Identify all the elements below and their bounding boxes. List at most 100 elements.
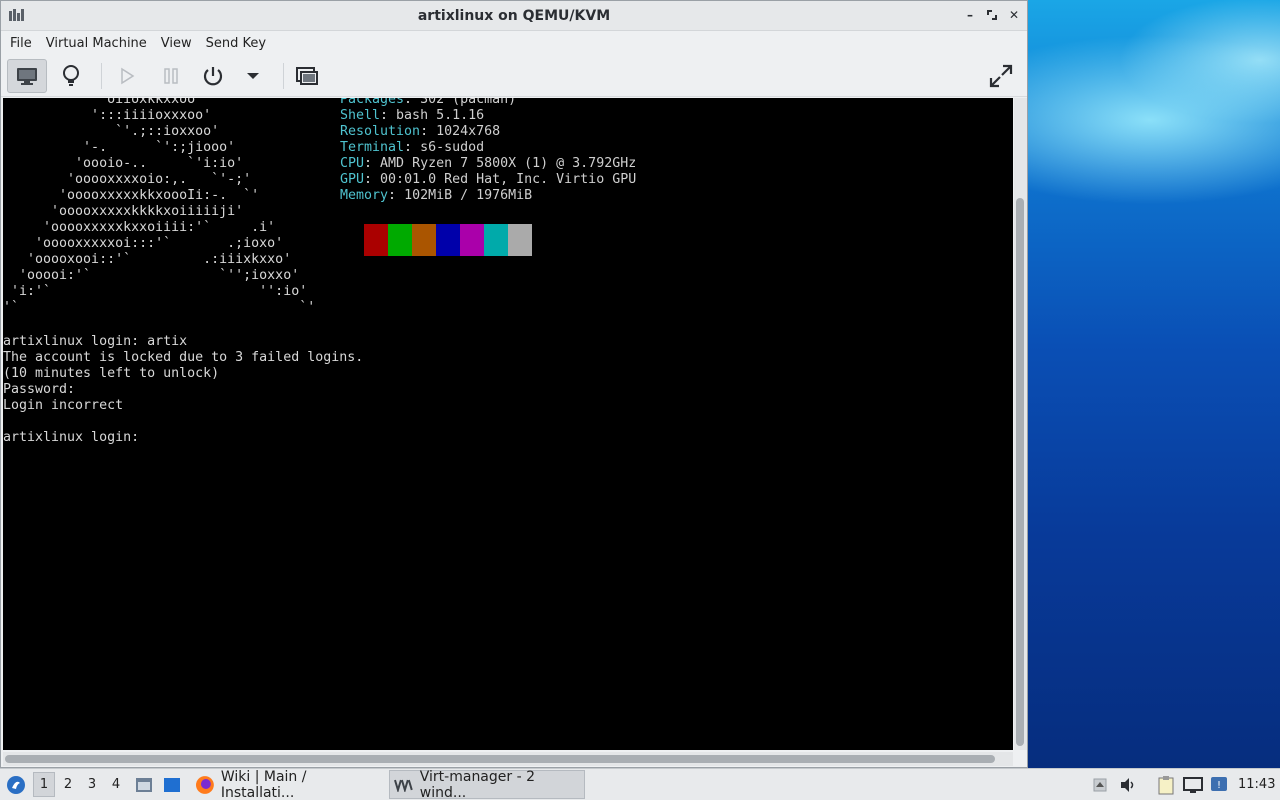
logo-line: '` `' bbox=[3, 300, 316, 315]
monitor-icon bbox=[17, 68, 37, 85]
firefox-icon bbox=[195, 775, 214, 794]
lightbulb-icon bbox=[63, 65, 79, 86]
info-value: 102MiB / 1976MiB bbox=[404, 188, 533, 203]
logo-line: 'ooooxxxxxoi:::'` .;ioxo' bbox=[3, 236, 284, 251]
color-palette bbox=[364, 224, 532, 256]
menu-virtual-machine[interactable]: Virtual Machine bbox=[39, 36, 154, 51]
volume-icon bbox=[1121, 777, 1134, 792]
task-firefox[interactable]: Wiki | Main / Installati... bbox=[190, 768, 384, 800]
info-key: Memory bbox=[340, 188, 389, 203]
clock: 11:43 bbox=[1238, 777, 1276, 792]
snapshots-button[interactable] bbox=[287, 59, 327, 93]
virt-manager-app-icon bbox=[9, 9, 25, 21]
color-swatch bbox=[412, 224, 436, 256]
info-value: bash 5.1.16 bbox=[396, 108, 485, 123]
workspace-2[interactable]: 2 bbox=[57, 769, 79, 800]
file-manager-launcher[interactable] bbox=[133, 769, 155, 800]
chevron-down-icon bbox=[247, 73, 259, 79]
console-line: The account is locked due to 3 failed lo… bbox=[3, 350, 364, 365]
logo-line: 'ooooi:'` `'';ioxxo' bbox=[3, 268, 300, 283]
title-bar[interactable]: artixlinux on QEMU/KVM – ✕ bbox=[1, 1, 1027, 31]
toolbar-separator bbox=[283, 63, 284, 89]
logo-line: 'ooooxxxxxkxxoiiii:'` .i' bbox=[3, 220, 276, 235]
notification-icon: ! bbox=[1211, 776, 1227, 791]
login-output: artixlinux login: artix The account is l… bbox=[3, 334, 363, 446]
logo-line: 'i:'` '':io' bbox=[3, 284, 308, 299]
power-icon bbox=[203, 67, 223, 86]
updates-tray[interactable]: ! bbox=[1208, 769, 1230, 800]
workspace-1[interactable]: 1 bbox=[33, 772, 55, 797]
workspace-3[interactable]: 3 bbox=[81, 769, 103, 800]
clipboard-icon bbox=[1158, 775, 1174, 794]
artix-ascii-logo: 'oiioxkkxxoo' ':::iiiioxxxoo' `'.;::ioxx… bbox=[3, 98, 315, 316]
menu-view[interactable]: View bbox=[154, 36, 199, 51]
toolbar bbox=[1, 55, 1027, 97]
color-swatch bbox=[460, 224, 484, 256]
fullscreen-icon bbox=[989, 64, 1013, 88]
console-line: Password: bbox=[3, 382, 76, 397]
tray-scroll-up[interactable] bbox=[1090, 769, 1110, 800]
pause-icon bbox=[164, 68, 178, 84]
console-line: Login incorrect bbox=[3, 398, 124, 413]
info-key: Shell bbox=[340, 108, 381, 123]
logo-line: 'oooio-.. `'i:io' bbox=[3, 156, 244, 171]
logo-line: 'ooooxxxxxkkkkxoiiiiiji' bbox=[3, 204, 244, 219]
run-button[interactable] bbox=[107, 59, 147, 93]
color-swatch bbox=[508, 224, 532, 256]
show-desktop-button[interactable] bbox=[161, 769, 183, 800]
network-tray[interactable] bbox=[1182, 769, 1204, 800]
shutdown-button[interactable] bbox=[193, 59, 233, 93]
vertical-scroll-thumb[interactable] bbox=[1016, 198, 1024, 746]
pause-button[interactable] bbox=[151, 59, 191, 93]
virt-manager-icon bbox=[394, 779, 413, 792]
network-icon bbox=[1183, 776, 1203, 793]
logo-line: ':::iiiioxxxoo' bbox=[3, 108, 212, 123]
taskbar: 1 2 3 4 Wiki | Main / Installati... Virt… bbox=[0, 768, 1280, 800]
file-manager-icon bbox=[136, 777, 152, 792]
system-info: Packages: 302 (pacman) Shell: bash 5.1.1… bbox=[340, 98, 636, 204]
logo-line: 'ooooxxxxoio:,. `'-;' bbox=[3, 172, 252, 187]
console-line: artixlinux login: bbox=[3, 430, 140, 445]
show-console-button[interactable] bbox=[7, 59, 47, 93]
logo-line: 'ooooxooi::'` .:iiixkxxo' bbox=[3, 252, 292, 267]
vm-console[interactable]: 'oiioxkkxxoo' ':::iiiioxxxoo' `'.;::ioxx… bbox=[3, 98, 1013, 750]
task-firefox-label: Wiki | Main / Installati... bbox=[220, 768, 307, 800]
info-value: 302 (pacman) bbox=[420, 98, 517, 107]
volume-tray[interactable] bbox=[1117, 769, 1139, 800]
close-button[interactable]: ✕ bbox=[1007, 7, 1021, 23]
color-swatch bbox=[436, 224, 460, 256]
menu-send-key[interactable]: Send Key bbox=[199, 36, 273, 51]
horizontal-scrollbar[interactable] bbox=[3, 752, 1013, 766]
info-value: 1024x768 bbox=[436, 124, 501, 139]
show-details-button[interactable] bbox=[51, 59, 91, 93]
console-line: (10 minutes left to unlock) bbox=[3, 366, 220, 381]
clipboard-tray[interactable] bbox=[1155, 769, 1177, 800]
window-title: artixlinux on QEMU/KVM bbox=[417, 7, 611, 24]
virt-manager-window: artixlinux on QEMU/KVM – ✕ File Virtual … bbox=[0, 0, 1028, 768]
desktop-icon bbox=[164, 777, 180, 792]
logo-line: '-. `':;jiooo' bbox=[3, 140, 236, 155]
play-icon bbox=[121, 67, 135, 85]
start-menu-button[interactable] bbox=[4, 769, 28, 800]
logo-line: `'.;::ioxxoo' bbox=[3, 124, 220, 139]
task-virt-manager-label: Virt-manager - 2 wind... bbox=[419, 768, 536, 800]
info-key: Resolution bbox=[340, 124, 421, 139]
color-swatch bbox=[388, 224, 412, 256]
info-key: Packages bbox=[340, 98, 405, 107]
info-value: 00:01.0 Red Hat, Inc. Virtio GPU bbox=[380, 172, 637, 187]
menu-file[interactable]: File bbox=[3, 36, 39, 51]
logo-line: 'oiioxkkxxoo' bbox=[3, 98, 204, 107]
color-swatch bbox=[484, 224, 508, 256]
logo-line: 'ooooxxxxxkkxoooIi:-. `' bbox=[3, 188, 260, 203]
horizontal-scroll-thumb[interactable] bbox=[5, 755, 995, 763]
toolbar-separator bbox=[101, 63, 102, 89]
fullscreen-button[interactable] bbox=[981, 59, 1021, 93]
vertical-scrollbar[interactable] bbox=[1014, 98, 1027, 750]
shutdown-menu-button[interactable] bbox=[233, 59, 273, 93]
minimize-button[interactable]: – bbox=[963, 7, 977, 23]
info-value: s6-sudod bbox=[420, 140, 485, 155]
info-key: Terminal bbox=[340, 140, 405, 155]
workspace-4[interactable]: 4 bbox=[105, 769, 127, 800]
maximize-button[interactable] bbox=[985, 7, 999, 23]
task-virt-manager[interactable]: Virt-manager - 2 wind... bbox=[389, 768, 585, 800]
